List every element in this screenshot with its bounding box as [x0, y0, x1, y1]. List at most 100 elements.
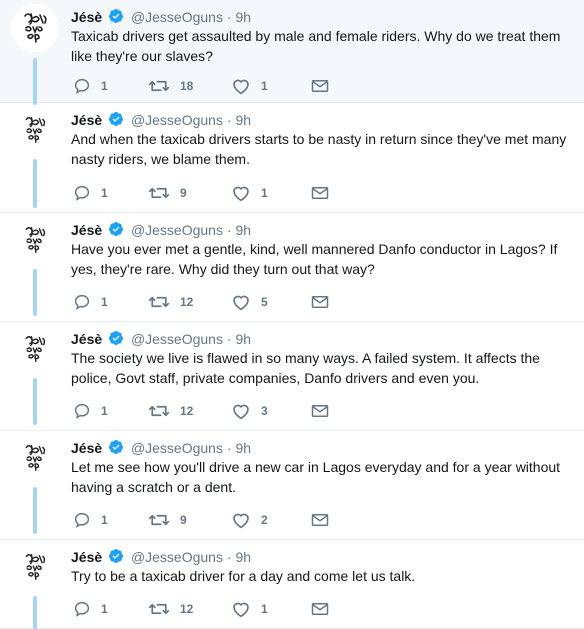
tweet[interactable]: Jésè @JesseOguns · 9h The society we liv…: [0, 322, 584, 431]
avatar[interactable]: [11, 4, 59, 52]
tweet-header: Jésè @JesseOguns · 9h: [71, 221, 251, 239]
mail-icon: [311, 80, 329, 92]
author-name[interactable]: Jésè: [71, 440, 102, 456]
author-handle[interactable]: @JesseOguns: [131, 331, 223, 347]
retweet-button[interactable]: 12: [148, 599, 193, 619]
retweet-count: 12: [180, 602, 194, 616]
reply-button[interactable]: 1: [73, 510, 108, 530]
tweet-header: Jésè @JesseOguns · 9h: [71, 439, 251, 457]
tweet-time[interactable]: 9h: [235, 331, 251, 347]
verified-badge-icon: [109, 9, 124, 23]
reply-icon: [74, 403, 90, 419]
like-button[interactable]: 2: [231, 510, 268, 530]
mail-icon: [311, 187, 329, 199]
direct-message-button[interactable]: [311, 183, 329, 203]
avatar[interactable]: [14, 219, 56, 261]
separator-dot: ·: [226, 440, 232, 456]
tweet-text: The society we live is flawed in so many…: [71, 350, 540, 386]
avatar[interactable]: [14, 109, 56, 151]
direct-message-button[interactable]: [311, 401, 329, 421]
retweet-count: 9: [180, 186, 187, 200]
tweet-header: Jésè @JesseOguns · 9h: [71, 548, 251, 566]
tweet-time[interactable]: 9h: [235, 9, 251, 25]
retweet-button[interactable]: 12: [148, 401, 193, 421]
author-handle[interactable]: @JesseOguns: [131, 440, 223, 456]
reply-count: 1: [101, 79, 108, 93]
like-count: 2: [261, 513, 268, 527]
tweet-actions: 1 9 1: [71, 183, 351, 203]
author-name[interactable]: Jésè: [71, 222, 102, 238]
author-handle[interactable]: @JesseOguns: [131, 222, 223, 238]
reply-button[interactable]: 1: [73, 599, 108, 619]
direct-message-button[interactable]: [311, 292, 329, 312]
tweet-time[interactable]: 9h: [235, 549, 251, 565]
avatar[interactable]: [14, 437, 56, 479]
heart-icon: [233, 513, 249, 529]
tweet[interactable]: Jésè @JesseOguns · 9h Let me see how you…: [0, 431, 584, 540]
tweet-actions: 1 12 5: [71, 292, 351, 312]
tweet-text: Try to be a taxicab driver for a day and…: [71, 568, 416, 584]
like-button[interactable]: 1: [231, 599, 268, 619]
mail-icon: [311, 603, 329, 615]
direct-message-button[interactable]: [311, 599, 329, 619]
verified-badge-icon: [109, 222, 124, 236]
author-name[interactable]: Jésè: [71, 331, 102, 347]
reply-button[interactable]: 1: [73, 401, 108, 421]
reply-button[interactable]: 1: [73, 183, 108, 203]
tweet-time[interactable]: 9h: [235, 440, 251, 456]
verified-badge-icon: [109, 331, 124, 345]
separator-dot: ·: [226, 222, 232, 238]
like-count: 1: [261, 186, 268, 200]
tweet-time[interactable]: 9h: [235, 222, 251, 238]
tweet-actions: 1 12 1: [71, 599, 351, 619]
tweet-time[interactable]: 9h: [235, 112, 251, 128]
like-button[interactable]: 3: [231, 401, 268, 421]
retweet-button[interactable]: 9: [148, 183, 187, 203]
reply-button[interactable]: 1: [73, 76, 108, 96]
mail-icon: [311, 514, 329, 526]
retweet-icon: [148, 187, 170, 199]
tweet-text: Let me see how you'll drive a new car in…: [71, 459, 561, 495]
retweet-button[interactable]: 12: [148, 292, 193, 312]
reply-icon: [74, 512, 90, 528]
tweet[interactable]: Jésè @JesseOguns · 9h Taxicab drivers ge…: [0, 0, 584, 105]
verified-badge-icon: [109, 440, 124, 454]
tweet[interactable]: Jésè @JesseOguns · 9h Have you ever met …: [0, 213, 584, 322]
separator-dot: ·: [226, 112, 232, 128]
like-button[interactable]: 5: [231, 292, 268, 312]
heart-icon: [233, 602, 249, 618]
retweet-count: 12: [180, 404, 194, 418]
direct-message-button[interactable]: [311, 76, 329, 96]
author-handle[interactable]: @JesseOguns: [131, 9, 223, 25]
verified-badge-icon: [109, 549, 124, 563]
author-name[interactable]: Jésè: [71, 9, 102, 25]
avatar[interactable]: [14, 546, 56, 588]
reply-icon: [74, 185, 90, 201]
like-count: 1: [261, 79, 268, 93]
mail-icon: [311, 296, 329, 308]
separator-dot: ·: [226, 549, 232, 565]
retweet-button[interactable]: 9: [148, 510, 187, 530]
direct-message-button[interactable]: [311, 510, 329, 530]
avatar-logo-icon: [25, 117, 46, 143]
retweet-count: 18: [180, 79, 194, 93]
tweet[interactable]: Jésè @JesseOguns · 9h Try to be a taxica…: [0, 540, 584, 629]
mail-icon: [311, 405, 329, 417]
tweet[interactable]: Jésè @JesseOguns · 9h And when the taxic…: [0, 103, 584, 213]
retweet-icon: [148, 296, 170, 308]
avatar-logo-icon: [24, 13, 47, 43]
like-count: 1: [261, 602, 268, 616]
avatar-logo-icon: [25, 554, 46, 580]
tweet-text: And when the taxicab drivers starts to b…: [71, 131, 567, 167]
like-button[interactable]: 1: [231, 183, 268, 203]
author-handle[interactable]: @JesseOguns: [131, 549, 223, 565]
reply-button[interactable]: 1: [73, 292, 108, 312]
retweet-button[interactable]: 18: [148, 76, 193, 96]
avatar-logo-icon: [25, 227, 46, 253]
separator-dot: ·: [226, 9, 232, 25]
author-handle[interactable]: @JesseOguns: [131, 112, 223, 128]
like-button[interactable]: 1: [231, 76, 268, 96]
author-name[interactable]: Jésè: [71, 112, 102, 128]
author-name[interactable]: Jésè: [71, 549, 102, 565]
avatar[interactable]: [14, 328, 56, 370]
